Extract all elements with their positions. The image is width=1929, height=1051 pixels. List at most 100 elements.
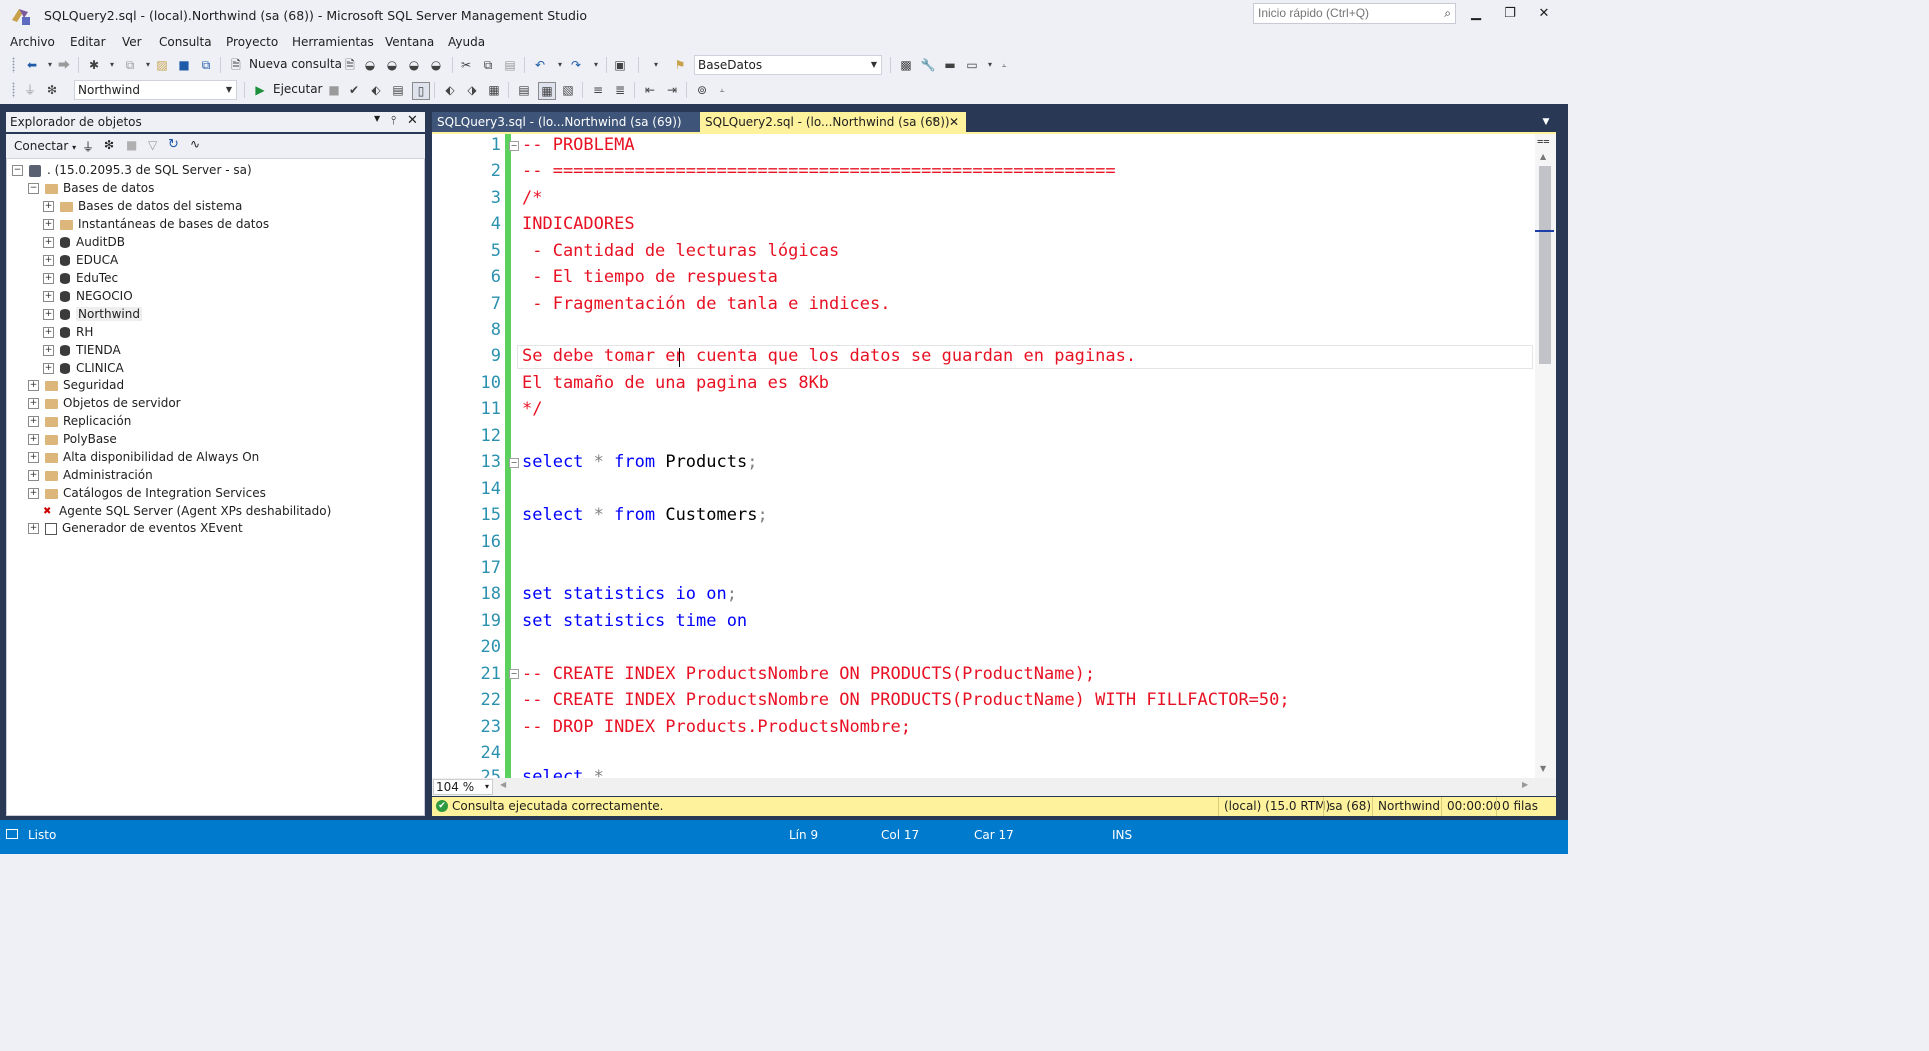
find-in-files-icon[interactable]: ⚑	[672, 57, 688, 73]
menu-ver[interactable]: Ver	[122, 35, 142, 49]
menu-proyecto[interactable]: Proyecto	[226, 35, 278, 49]
quick-launch-box[interactable]: ⌕	[1253, 3, 1456, 24]
maximize-button[interactable]: ❐	[1498, 6, 1522, 24]
tree-node-always-on[interactable]: + Alta disponibilidad de Always On	[28, 448, 259, 466]
solution-config-combo[interactable]: BaseDatos ▼	[694, 55, 882, 75]
expand-toggle-icon[interactable]: +	[43, 255, 54, 266]
expand-toggle-icon[interactable]: +	[28, 523, 39, 534]
tree-node-snapshots[interactable]: + Instantáneas de bases de datos	[43, 215, 269, 233]
menu-archivo[interactable]: Archivo	[10, 35, 55, 49]
vertical-scroll-thumb[interactable]	[1539, 166, 1551, 364]
back-icon[interactable]: ⬅	[24, 57, 40, 73]
expand-toggle-icon[interactable]: +	[28, 452, 39, 463]
new-query-icon[interactable]: 🗎	[228, 57, 244, 73]
database-engine-query-icon[interactable]: 🗎	[342, 57, 358, 73]
expand-toggle-icon[interactable]: +	[28, 398, 39, 409]
decrease-indent-icon[interactable]: ⇤	[642, 82, 658, 98]
split-window-icon[interactable]: ⩵	[1537, 134, 1550, 148]
tree-node-database-selected[interactable]: + Northwind	[43, 305, 142, 323]
expand-toggle-icon[interactable]: +	[43, 327, 54, 338]
open-file-icon[interactable]: ▨	[154, 57, 170, 73]
solution-explorer-icon[interactable]: ▣	[612, 57, 628, 73]
tree-node-database[interactable]: + EduTec	[43, 269, 118, 287]
menu-ayuda[interactable]: Ayuda	[448, 35, 485, 49]
collapse-toggle-icon[interactable]: −	[12, 165, 23, 176]
tab-sqlquery2-active[interactable]: SQLQuery2.sql - (lo...Northwind (sa (68)…	[700, 112, 966, 132]
results-to-file-icon[interactable]: ▧	[560, 82, 576, 98]
connect-plug-icon[interactable]: ⏚	[82, 138, 94, 155]
expand-toggle-icon[interactable]: +	[28, 434, 39, 445]
menu-consulta[interactable]: Consulta	[159, 35, 212, 49]
xmla-query-icon[interactable]: ◒	[406, 57, 422, 73]
properties-wrench-icon[interactable]: 🔧	[920, 57, 936, 73]
save-all-icon[interactable]: ⧉	[198, 57, 214, 73]
display-estimated-plan-icon[interactable]: ⬖	[368, 82, 384, 98]
expand-toggle-icon[interactable]: +	[43, 345, 54, 356]
expand-toggle-icon[interactable]: +	[43, 219, 54, 230]
menu-editar[interactable]: Editar	[70, 35, 106, 49]
expand-toggle-icon[interactable]: +	[43, 237, 54, 248]
connect-plug-icon[interactable]: ⏚	[22, 82, 38, 98]
command-window-icon[interactable]: ▭	[964, 57, 980, 73]
tree-node-database[interactable]: + EDUCA	[43, 251, 118, 269]
zoom-level-combo[interactable]: 104 % ▾	[433, 779, 493, 795]
tab-sqlquery3[interactable]: SQLQuery3.sql - (lo...Northwind (sa (69)…	[432, 112, 700, 132]
new-project-dropdown-icon[interactable]: ▾	[104, 57, 120, 73]
expand-toggle-icon[interactable]: +	[43, 273, 54, 284]
tree-node-management[interactable]: + Administración	[28, 466, 153, 484]
scroll-up-icon[interactable]: ▲	[1540, 152, 1546, 161]
close-window-button[interactable]: ✕	[1532, 6, 1556, 24]
mdx-query-icon[interactable]: ◒	[362, 57, 378, 73]
tree-node-sql-agent[interactable]: ✖ Agente SQL Server (Agent XPs deshabilit…	[43, 502, 331, 520]
add-item-icon[interactable]: ⧉	[122, 57, 138, 73]
cancel-query-icon[interactable]: ■	[326, 82, 342, 98]
parse-check-icon[interactable]: ✔	[346, 82, 362, 98]
close-tab-icon[interactable]: ✕	[949, 112, 959, 132]
disconnect-icon[interactable]: ❇	[104, 138, 114, 152]
change-connection-icon[interactable]: ❇	[44, 82, 60, 98]
paste-icon[interactable]: ▤	[502, 57, 518, 73]
dax-query-icon[interactable]: ◒	[428, 57, 444, 73]
expand-toggle-icon[interactable]: +	[43, 309, 54, 320]
panel-dropdown-icon[interactable]: ▼	[374, 114, 380, 123]
new-query-button[interactable]: Nueva consulta	[249, 57, 342, 71]
redo-icon[interactable]: ↷	[568, 57, 584, 73]
results-to-grid-icon[interactable]: ▦	[538, 82, 556, 100]
tree-node-polybase[interactable]: + PolyBase	[28, 430, 117, 448]
stop-icon[interactable]: ■	[126, 138, 137, 152]
menu-ventana[interactable]: Ventana	[385, 35, 434, 49]
expand-toggle-icon[interactable]: +	[28, 488, 39, 499]
include-actual-plan-icon[interactable]: ⬖	[442, 82, 458, 98]
expand-toggle-icon[interactable]: +	[28, 380, 39, 391]
expand-toggle-icon[interactable]: +	[43, 201, 54, 212]
menu-herramientas[interactable]: Herramientas	[292, 35, 374, 49]
filter-icon[interactable]: ▽	[148, 138, 157, 152]
query-designer-icon[interactable]: ▤	[390, 82, 406, 98]
outline-collapse-icon[interactable]: −	[509, 458, 519, 468]
expand-toggle-icon[interactable]: +	[43, 291, 54, 302]
tree-node-server[interactable]: − . (15.0.2095.3 de SQL Server - sa)	[12, 161, 252, 179]
toolbar-options-icon[interactable]: ⫠	[714, 82, 730, 98]
minimize-button[interactable]: ▁	[1464, 6, 1488, 24]
tree-node-security[interactable]: + Seguridad	[28, 376, 124, 394]
expand-toggle-icon[interactable]: +	[43, 363, 54, 374]
scroll-right-icon[interactable]: ▶	[1522, 780, 1528, 789]
scroll-down-icon[interactable]: ▼	[1540, 764, 1546, 773]
refresh-icon[interactable]: ↻	[168, 137, 179, 152]
tree-node-xevent-profiler[interactable]: + Generador de eventos XEvent	[28, 519, 243, 537]
output-window-icon[interactable]	[6, 829, 18, 839]
expand-toggle-icon[interactable]: +	[28, 470, 39, 481]
undo-dropdown-icon[interactable]: ▾	[552, 57, 568, 73]
tree-node-integration-services[interactable]: + Catálogos de Integration Services	[28, 484, 266, 502]
search-icon[interactable]: ⌕	[1444, 6, 1451, 21]
outline-collapse-icon[interactable]: −	[509, 141, 519, 151]
tree-node-database[interactable]: + AuditDB	[43, 233, 125, 251]
connect-dropdown-button[interactable]: Conectar ▾	[14, 139, 76, 153]
dmx-query-icon[interactable]: ◒	[384, 57, 400, 73]
results-to-text-icon[interactable]: ▤	[516, 82, 532, 98]
tree-node-replication[interactable]: + Replicación	[28, 412, 131, 430]
tree-node-databases[interactable]: − Bases de datos	[28, 179, 154, 197]
tree-node-database[interactable]: + NEGOCIO	[43, 287, 133, 305]
save-icon[interactable]: ■	[176, 57, 192, 73]
increase-indent-icon[interactable]: ⇥	[664, 82, 680, 98]
